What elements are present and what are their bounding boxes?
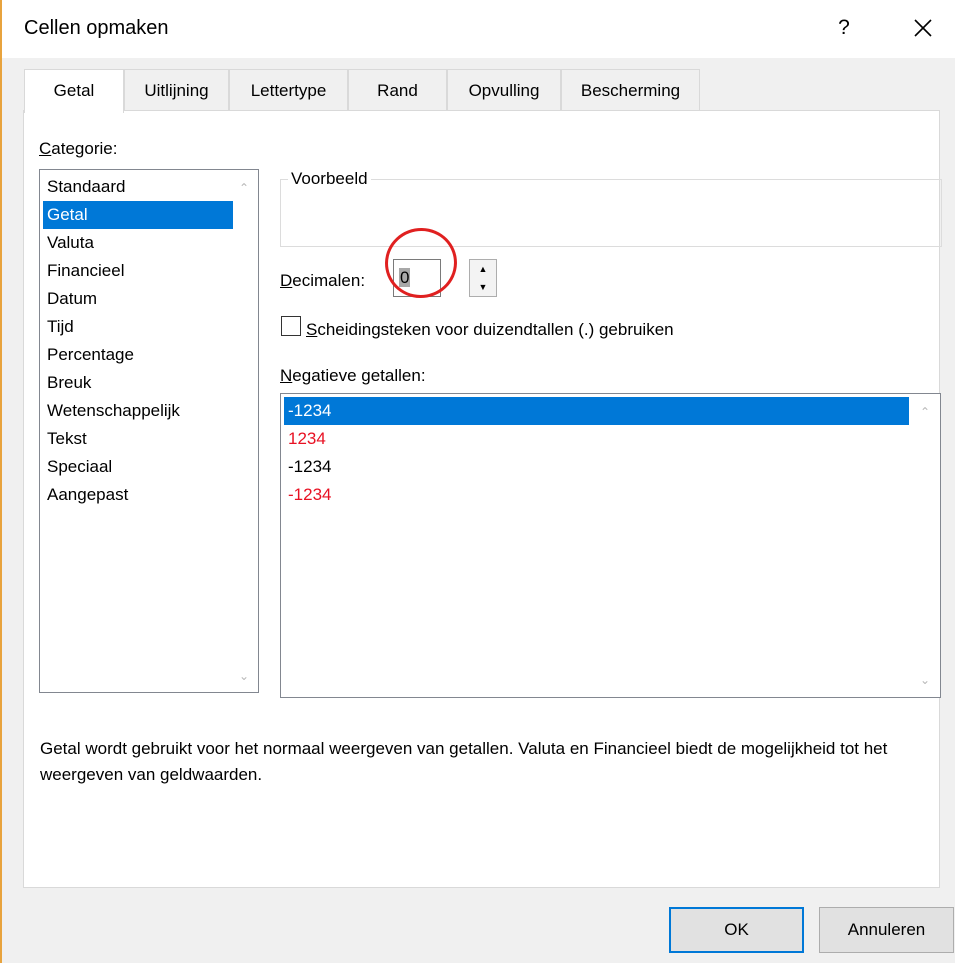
preview-box <box>280 179 942 247</box>
preview-title: Voorbeeld <box>288 169 371 189</box>
decimals-label: Decimalen: <box>280 271 366 290</box>
tab-getal[interactable]: Getal <box>24 69 124 113</box>
list-item[interactable]: Financieel <box>43 257 233 285</box>
list-item[interactable]: Aangepast <box>43 481 233 509</box>
decimals-spinner: ▲ ▼ <box>469 259 497 297</box>
list-item[interactable]: 1234 <box>284 425 909 453</box>
tab-opvulling[interactable]: Opvulling <box>447 69 561 111</box>
tab-uitlijning[interactable]: Uitlijning <box>124 69 229 111</box>
list-item[interactable]: Percentage <box>43 341 233 369</box>
category-label: Categorie: <box>39 139 118 158</box>
spin-up-icon[interactable]: ▲ <box>470 260 496 278</box>
help-button[interactable]: ? <box>824 8 864 48</box>
list-item[interactable]: -1234 <box>284 453 909 481</box>
scroll-down-icon[interactable]: ⌄ <box>234 666 254 686</box>
format-cells-dialog: Cellen opmaken ? Getal Uitlijning Letter… <box>0 0 955 963</box>
tab-bescherming[interactable]: Bescherming <box>561 69 700 111</box>
tab-lettertype[interactable]: Lettertype <box>229 69 348 111</box>
scroll-up-icon[interactable]: ⌃ <box>915 402 935 422</box>
list-item[interactable]: Tijd <box>43 313 233 341</box>
dialog-title: Cellen opmaken <box>24 17 169 39</box>
negative-numbers-list[interactable]: -1234 1234 -1234 -1234 ⌃ ⌄ <box>280 393 941 698</box>
list-item[interactable]: -1234 <box>284 481 909 509</box>
list-item[interactable]: Tekst <box>43 425 233 453</box>
tab-rand[interactable]: Rand <box>348 69 447 111</box>
list-item[interactable]: Datum <box>43 285 233 313</box>
close-icon <box>914 19 932 37</box>
list-item[interactable]: Valuta <box>43 229 233 257</box>
spin-down-icon[interactable]: ▼ <box>470 278 496 296</box>
title-bar: Cellen opmaken ? <box>2 0 955 58</box>
list-item[interactable]: Standaard <box>43 173 233 201</box>
thousands-separator-label[interactable]: Scheidingsteken voor duizendtallen (.) g… <box>306 320 674 340</box>
list-item[interactable]: Wetenschappelijk <box>43 397 233 425</box>
list-item[interactable]: Breuk <box>43 369 233 397</box>
negative-numbers-label: Negatieve getallen: <box>280 366 426 385</box>
cancel-button[interactable]: Annuleren <box>819 907 954 953</box>
scroll-up-icon[interactable]: ⌃ <box>234 178 254 198</box>
list-item[interactable]: Getal <box>43 201 233 229</box>
category-description: Getal wordt gebruikt voor het normaal we… <box>40 739 888 784</box>
close-button[interactable] <box>901 8 945 48</box>
list-item[interactable]: Speciaal <box>43 453 233 481</box>
category-list[interactable]: Standaard Getal Valuta Financieel Datum … <box>39 169 259 693</box>
ok-button[interactable]: OK <box>669 907 804 953</box>
scroll-down-icon[interactable]: ⌄ <box>915 670 935 690</box>
list-item[interactable]: -1234 <box>284 397 909 425</box>
thousands-separator-checkbox[interactable] <box>281 316 301 336</box>
